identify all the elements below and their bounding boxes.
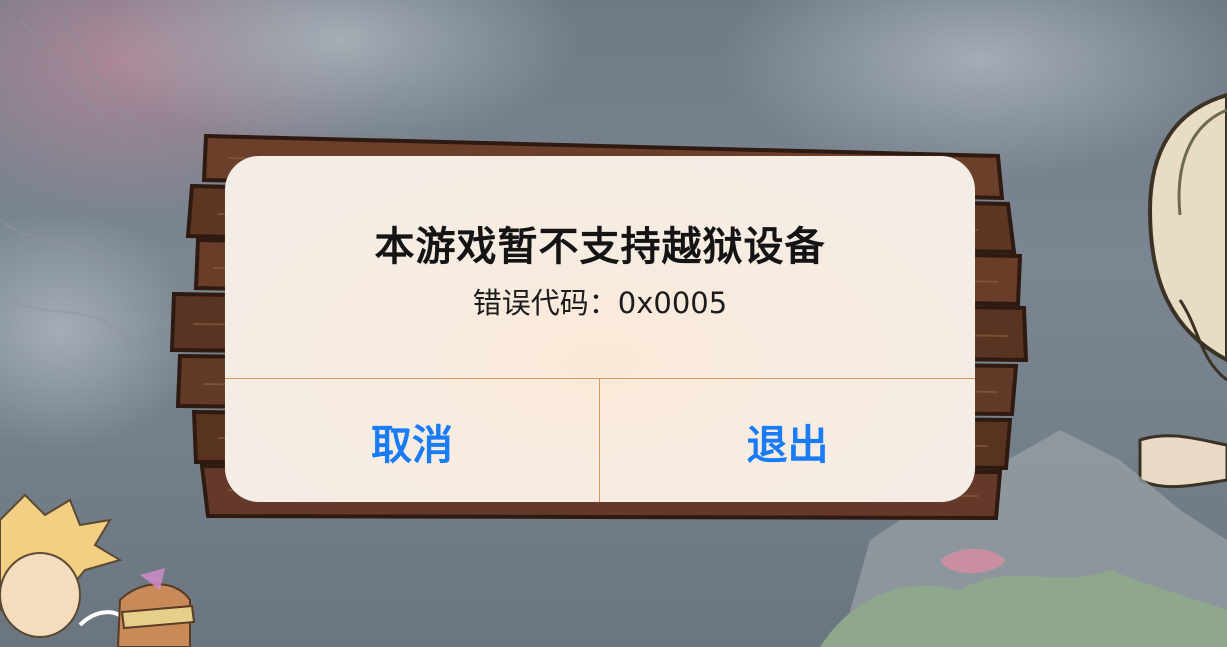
cancel-button[interactable]: 取消 xyxy=(225,379,599,502)
alert-message: 错误代码：0x0005 xyxy=(472,286,728,320)
alert-content: 本游戏暂不支持越狱设备 错误代码：0x0005 xyxy=(225,156,975,378)
game-screen: 本游戏暂不支持越狱设备 错误代码：0x0005 取消 退出 xyxy=(0,0,1227,647)
jailbreak-alert-dialog: 本游戏暂不支持越狱设备 错误代码：0x0005 取消 退出 xyxy=(225,156,975,502)
quit-button[interactable]: 退出 xyxy=(600,379,975,502)
alert-title: 本游戏暂不支持越狱设备 xyxy=(374,224,826,270)
